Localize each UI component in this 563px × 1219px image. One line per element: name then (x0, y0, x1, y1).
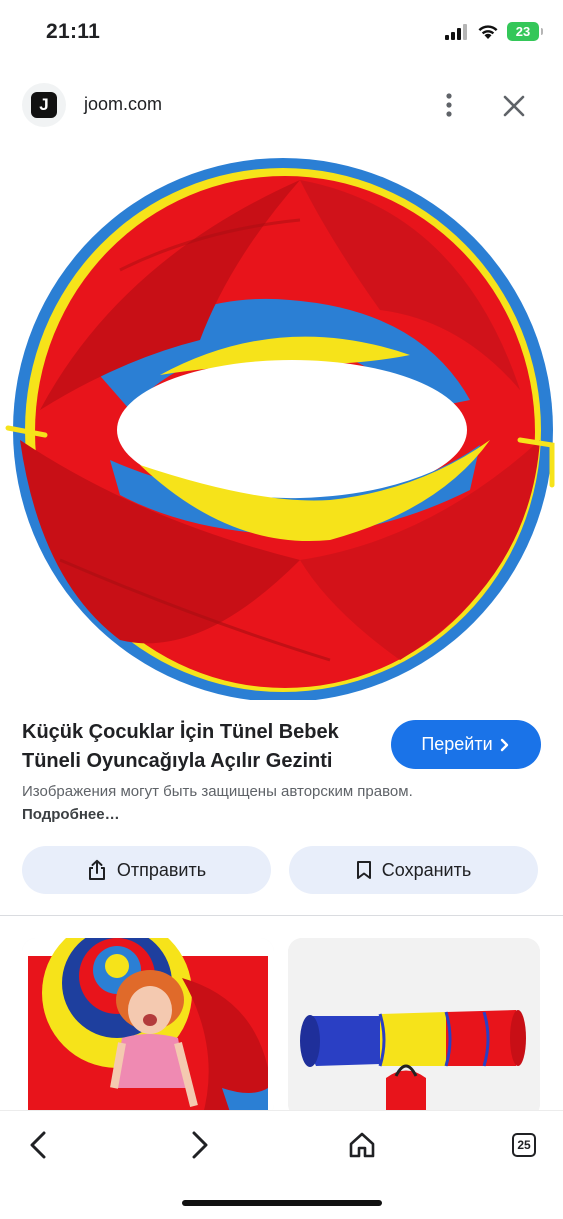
battery-icon: 23 (507, 22, 543, 41)
forward-icon (192, 1131, 208, 1159)
related-image-card[interactable] (22, 938, 274, 1118)
site-header: J joom.com (0, 78, 563, 134)
related-image (288, 938, 540, 1118)
home-button[interactable] (342, 1125, 382, 1165)
chevron-right-icon (500, 738, 508, 751)
site-logo-mark: J (31, 92, 57, 118)
status-time: 21:11 (46, 20, 101, 43)
status-icons: 23 (445, 22, 543, 41)
related-image (22, 938, 274, 1118)
share-icon (88, 859, 105, 880)
home-icon (349, 1132, 375, 1158)
site-domain[interactable]: joom.com (84, 94, 162, 115)
close-icon[interactable] (500, 92, 528, 120)
back-button[interactable] (18, 1125, 58, 1165)
product-image[interactable] (0, 140, 563, 700)
bookmark-icon (356, 861, 371, 879)
copyright-text: Изображения могут быть защищены авторски… (22, 783, 413, 800)
divider (0, 915, 563, 916)
tabs-button[interactable]: 25 (504, 1125, 544, 1165)
save-button[interactable]: Сохранить (289, 846, 538, 894)
copyright-notice: Изображения могут быть защищены авторски… (22, 780, 422, 826)
battery-level: 23 (515, 24, 531, 39)
tabs-count: 25 (517, 1138, 531, 1152)
learn-more-link[interactable]: Подробнее… (22, 806, 120, 823)
site-logo[interactable]: J (22, 83, 66, 127)
wifi-icon (478, 24, 498, 39)
back-icon (30, 1131, 46, 1159)
visit-button[interactable]: Перейти (391, 720, 541, 769)
tabs-icon: 25 (512, 1133, 536, 1157)
save-button-label: Сохранить (381, 859, 472, 880)
share-button-label: Отправить (116, 859, 207, 880)
share-button[interactable]: Отправить (22, 846, 271, 894)
home-indicator[interactable] (182, 1200, 382, 1206)
forward-button[interactable] (180, 1125, 220, 1165)
cellular-icon (445, 23, 467, 40)
result-title[interactable]: Küçük Çocuklar İçin Tünel Bebek Tüneli O… (22, 718, 372, 776)
related-image-card[interactable] (288, 938, 540, 1118)
more-icon[interactable] (436, 90, 462, 120)
visit-button-label: Перейти (421, 734, 493, 754)
status-bar: 21:11 23 (0, 0, 563, 64)
